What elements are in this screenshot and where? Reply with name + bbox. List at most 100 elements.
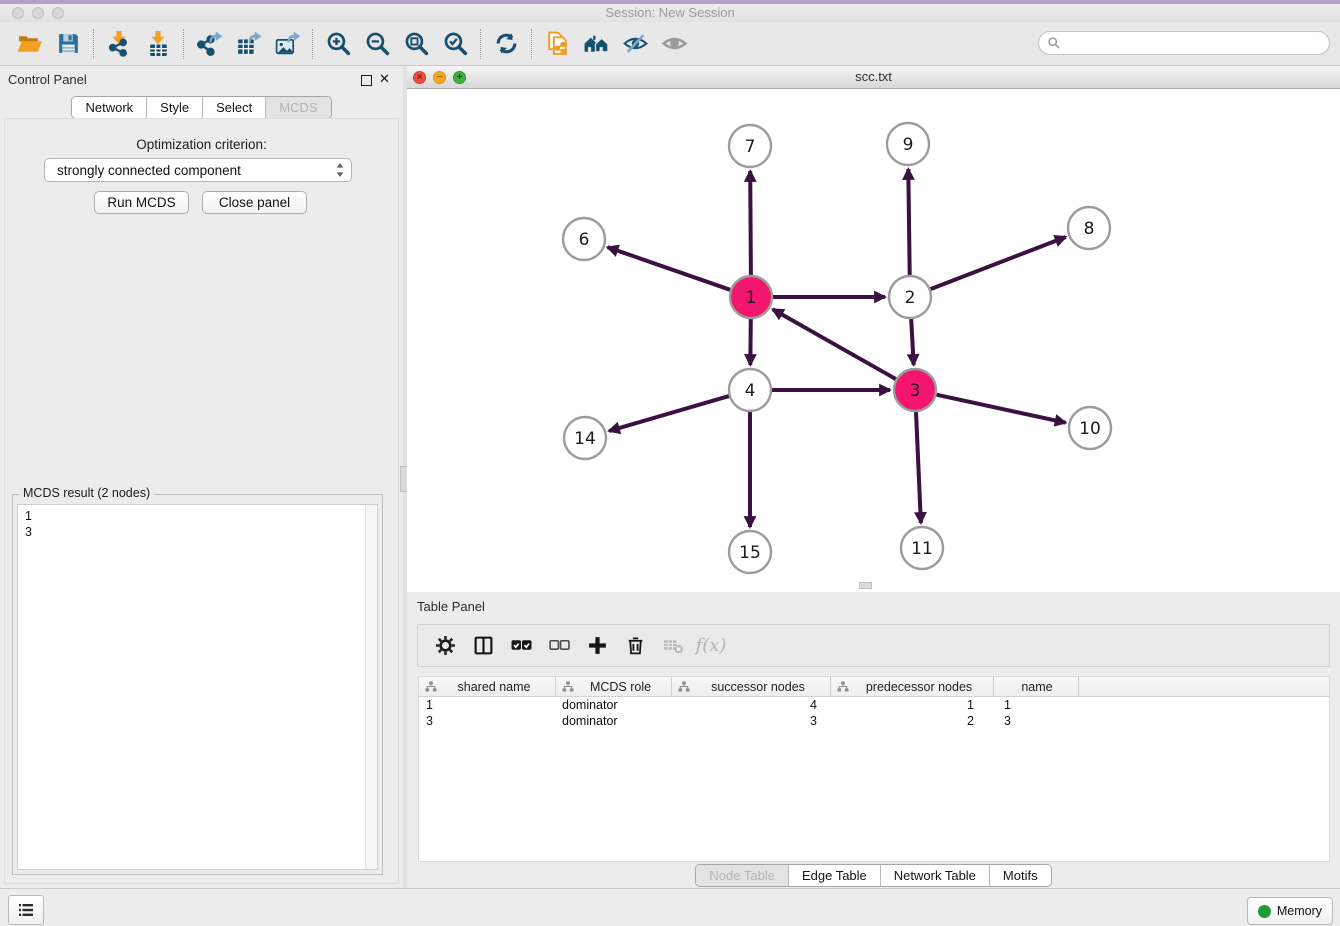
window-minimize-button[interactable]: [32, 7, 44, 19]
network-graph[interactable]: 1234678910111415: [407, 89, 1340, 592]
window-title: Session: New Session: [0, 4, 1340, 22]
main-toolbar: [0, 22, 1340, 66]
mcds-result-lines: 13: [18, 505, 377, 543]
columns-icon[interactable]: [464, 628, 502, 664]
import-table-icon[interactable]: [142, 28, 174, 60]
graph-edge-1-7[interactable]: [750, 171, 751, 275]
table-body: 1dominator4113dominator323: [419, 697, 1329, 729]
save-session-icon[interactable]: [52, 28, 84, 60]
graph-node-label-8: 8: [1084, 219, 1095, 239]
task-history-button[interactable]: [8, 895, 44, 925]
toolbar-group: [94, 28, 183, 60]
search-box[interactable]: [1038, 31, 1330, 55]
control-tab-select[interactable]: Select: [203, 97, 266, 118]
frame-minimize-icon[interactable]: −: [433, 71, 446, 84]
duplicate-network-icon[interactable]: [541, 28, 573, 60]
float-panel-icon[interactable]: [361, 75, 372, 86]
graph-node-label-11: 11: [911, 539, 933, 559]
houses-icon[interactable]: [580, 28, 612, 60]
canvas-resize-grip[interactable]: [859, 582, 872, 589]
node-table[interactable]: shared nameMCDS rolesuccessor nodesprede…: [418, 676, 1330, 862]
toolbar-group: [481, 28, 531, 60]
table-cell: 3: [419, 714, 556, 728]
column-tree-icon: [837, 681, 849, 693]
graph-edge-3-1[interactable]: [773, 309, 896, 379]
mcds-result-box[interactable]: 13: [17, 504, 378, 870]
table-tab-node-table[interactable]: Node Table: [696, 865, 789, 886]
graph-edge-3-11[interactable]: [916, 412, 921, 523]
control-panel-title: Control Panel: [8, 72, 87, 87]
export-network-icon[interactable]: [193, 28, 225, 60]
graph-edge-4-14[interactable]: [609, 396, 729, 431]
column-header-predecessor-nodes[interactable]: predecessor nodes: [831, 677, 994, 696]
select-all-icon[interactable]: [502, 628, 540, 664]
column-tree-icon: [562, 681, 574, 693]
column-header-MCDS-role[interactable]: MCDS role: [556, 677, 672, 696]
table-tab-network-table[interactable]: Network Table: [881, 865, 990, 886]
mcds-result-title: MCDS result (2 nodes): [19, 486, 154, 500]
status-bar: Memory: [0, 888, 1340, 926]
frame-close-icon[interactable]: ×: [413, 71, 426, 84]
graph-edge-2-9[interactable]: [908, 169, 909, 275]
delete-table-icon[interactable]: [654, 628, 692, 664]
control-tabbar: NetworkStyleSelectMCDS: [71, 96, 331, 119]
criterion-select[interactable]: strongly connected component: [44, 158, 352, 182]
zoom-out-icon[interactable]: [361, 28, 393, 60]
frame-maximize-icon[interactable]: +: [453, 71, 466, 84]
search-icon: [1047, 36, 1061, 50]
show-selected-icon[interactable]: [658, 28, 690, 60]
window-zoom-button[interactable]: [52, 7, 64, 19]
column-header-shared-name[interactable]: shared name: [419, 677, 556, 696]
graph-edge-2-3[interactable]: [911, 319, 914, 365]
gear-icon[interactable]: [426, 628, 464, 664]
table-cell: dominator: [556, 714, 672, 728]
window-close-button[interactable]: [12, 7, 24, 19]
network-window-titlebar[interactable]: × − + scc.txt: [407, 66, 1340, 89]
graph-node-label-15: 15: [739, 543, 761, 563]
run-mcds-button[interactable]: Run MCDS: [94, 191, 189, 214]
hide-selected-icon[interactable]: [619, 28, 651, 60]
mcds-result-group: MCDS result (2 nodes) 13: [12, 494, 383, 875]
close-panel-button[interactable]: Close panel: [202, 191, 307, 214]
table-cell: 1: [831, 698, 994, 712]
zoom-selected-icon[interactable]: [439, 28, 471, 60]
function-icon[interactable]: f(x): [692, 628, 730, 664]
search-input[interactable]: [1066, 35, 1321, 51]
add-icon[interactable]: [578, 628, 616, 664]
table-cell: 2: [831, 714, 994, 728]
column-header-successor-nodes[interactable]: successor nodes: [672, 677, 831, 696]
export-image-icon[interactable]: [271, 28, 303, 60]
window-titlebar: Session: New Session: [0, 4, 1340, 22]
export-table-icon[interactable]: [232, 28, 264, 60]
control-tab-mcds[interactable]: MCDS: [266, 97, 330, 118]
result-scrollbar[interactable]: [365, 505, 377, 869]
refresh-icon[interactable]: [490, 28, 522, 60]
column-header-name[interactable]: name: [994, 677, 1079, 696]
zoom-in-icon[interactable]: [322, 28, 354, 60]
memory-button[interactable]: Memory: [1247, 897, 1333, 925]
graph-edge-1-4[interactable]: [750, 319, 751, 365]
table-panel-title: Table Panel: [417, 599, 485, 614]
graph-edge-1-6[interactable]: [608, 247, 731, 290]
control-tab-network[interactable]: Network: [72, 97, 147, 118]
table-row[interactable]: 1dominator411: [419, 697, 1329, 713]
zoom-fit-icon[interactable]: [400, 28, 432, 60]
table-header-row: shared nameMCDS rolesuccessor nodesprede…: [419, 677, 1329, 697]
network-canvas[interactable]: 1234678910111415: [407, 89, 1340, 592]
table-toolbar: f(x): [417, 624, 1330, 667]
table-tab-motifs[interactable]: Motifs: [990, 865, 1051, 886]
table-tab-edge-table[interactable]: Edge Table: [789, 865, 881, 886]
import-network-icon[interactable]: [103, 28, 135, 60]
delete-icon[interactable]: [616, 628, 654, 664]
open-session-icon[interactable]: [13, 28, 45, 60]
toolbar-group: [4, 28, 93, 60]
graph-edge-3-10[interactable]: [937, 395, 1066, 423]
graph-edge-2-8[interactable]: [931, 237, 1066, 289]
toolbar-group: [532, 28, 699, 60]
result-line: 1: [25, 508, 370, 524]
control-tab-style[interactable]: Style: [147, 97, 203, 118]
table-row[interactable]: 3dominator323: [419, 713, 1329, 729]
close-panel-icon[interactable]: ✕: [379, 72, 390, 85]
deselect-all-icon[interactable]: [540, 628, 578, 664]
table-cell: 3: [994, 714, 1079, 728]
